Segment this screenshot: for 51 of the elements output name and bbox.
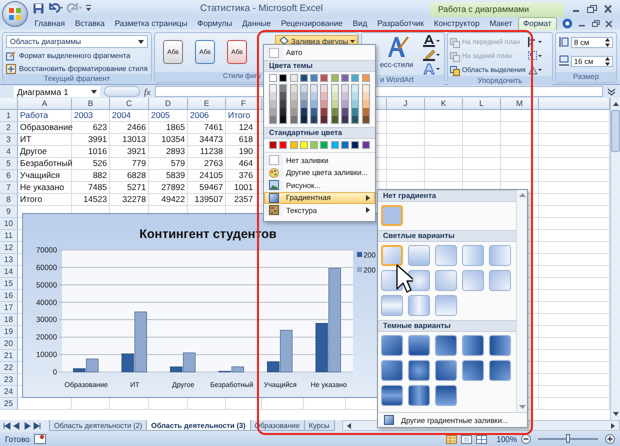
table-cell: 2003 (72, 110, 110, 122)
contextual-tab-group: Работа с диаграммами (430, 2, 564, 17)
table-cell: 2006 (188, 110, 226, 122)
table-cell: 11238 (188, 146, 226, 158)
table-cell: 526 (72, 158, 110, 170)
table-cell: 5271 (110, 182, 149, 194)
table-cell: Образование (18, 122, 72, 134)
table-cell: Работа (18, 110, 72, 122)
table-cell: Итого (18, 194, 72, 206)
table-cell: 190 (226, 146, 262, 158)
table-cell: 49422 (149, 194, 188, 206)
table-cell: 124 (226, 122, 262, 134)
table-cell: 882 (72, 170, 110, 182)
table-cell: Безработный (18, 158, 72, 170)
table-cell: 1001 (226, 182, 262, 194)
table-cell: 7485 (72, 182, 110, 194)
table-cell: Не указано (18, 182, 72, 194)
table-cell: 34473 (188, 134, 226, 146)
table-cell: 2357 (226, 194, 262, 206)
table-cell: 2466 (110, 122, 149, 134)
table-cell: 59467 (188, 182, 226, 194)
window-title: Статистика - Microsoft Excel (199, 3, 324, 14)
table-cell: Учащийся (18, 170, 72, 182)
table-cell: 27892 (149, 182, 188, 194)
table-cell: 5839 (149, 170, 188, 182)
table-cell: 32278 (110, 194, 149, 206)
table-cell: Другое (18, 146, 72, 158)
table-cell: 623 (72, 122, 110, 134)
table-cell: ИТ (18, 134, 72, 146)
table-cell: 1016 (72, 146, 110, 158)
table-cell: 24105 (188, 170, 226, 182)
table-cell: 2004 (110, 110, 149, 122)
table-cell: 139507 (188, 194, 226, 206)
table-cell: 1865 (149, 122, 188, 134)
table-cell: 3991 (72, 134, 110, 146)
table-cell: 376 (226, 170, 262, 182)
table-cell: Итого (226, 110, 262, 122)
table-cell: 2763 (188, 158, 226, 170)
table-cell: 3921 (110, 146, 149, 158)
status-text: Готово (5, 434, 30, 444)
table-cell: 10354 (149, 134, 188, 146)
table-cell: 2893 (149, 146, 188, 158)
table-cell: 618 (226, 134, 262, 146)
table-cell: 779 (110, 158, 149, 170)
table-cell: 7461 (188, 122, 226, 134)
table-cell: 2005 (149, 110, 188, 122)
table-cell: 14523 (72, 194, 110, 206)
table-cell: 6828 (110, 170, 149, 182)
table-cell: 579 (149, 158, 188, 170)
table-cell: 464 (226, 158, 262, 170)
table-cell: 13013 (110, 134, 149, 146)
